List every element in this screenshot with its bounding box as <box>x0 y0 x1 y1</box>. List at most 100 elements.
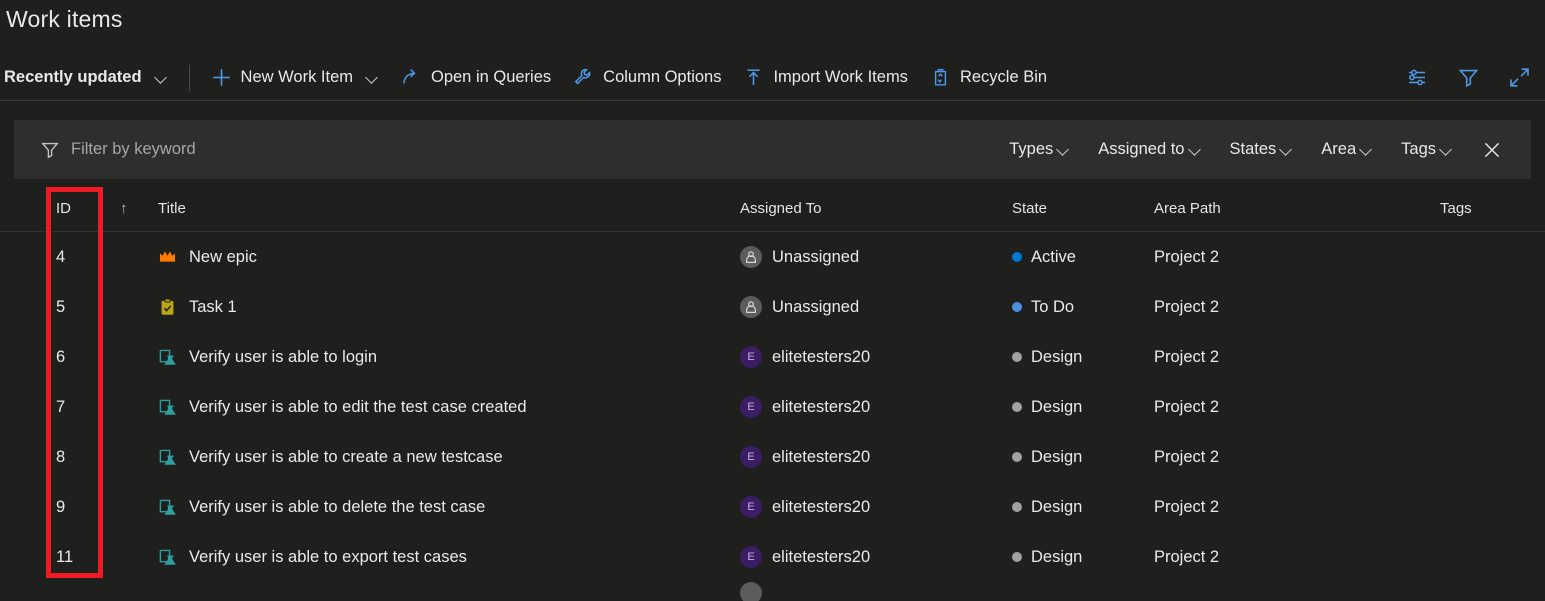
recycle-bin-label: Recycle Bin <box>959 68 1048 86</box>
status-badge <box>1012 552 1022 562</box>
close-icon[interactable] <box>1467 139 1519 161</box>
test-case-icon <box>158 498 177 517</box>
grid-rows: 4 New epic Unassigned Active Project 2 5 Task … <box>0 232 1545 601</box>
filter-pill-states-label: States <box>1229 140 1277 158</box>
cell-title[interactable]: Verify user is able to delete the test c… <box>158 498 740 517</box>
cell-state-text: Design <box>1031 447 1083 466</box>
cell-assigned-to-text: Unassigned <box>772 297 860 316</box>
filter-funnel-icon[interactable] <box>1457 66 1480 89</box>
avatar: E <box>740 496 762 518</box>
filter-pill-types-label: Types <box>1009 140 1054 158</box>
avatar: E <box>740 396 762 418</box>
search-placeholder: Filter by keyword <box>71 140 196 158</box>
cell-assigned-to-text: elitetesters20 <box>772 447 871 466</box>
cell-assigned-to <box>740 582 1012 601</box>
cell-area-path: Project 2 <box>1154 497 1220 516</box>
work-items-page: Work items Recently updated New Work Ite… <box>0 0 1545 601</box>
cell-state-text: Design <box>1031 347 1083 366</box>
chevron-down-icon <box>366 71 379 84</box>
chevron-down-icon <box>1189 143 1202 156</box>
cell-state: Design <box>1012 498 1154 517</box>
table-row[interactable]: 5 Task 1 Unassigned To Do Project 2 <box>0 282 1545 332</box>
recycle-bin-button[interactable]: Recycle Bin <box>919 55 1058 100</box>
table-row[interactable]: 6 Verify user is able to login Eeliteteste… <box>0 332 1545 382</box>
task-clipboard-icon <box>158 298 177 317</box>
search-input[interactable]: Filter by keyword <box>14 140 196 160</box>
column-header-area-path[interactable]: Area Path <box>1154 200 1436 217</box>
cell-assigned-to-text: elitetesters20 <box>772 397 871 416</box>
column-header-tags[interactable]: Tags <box>1436 200 1545 217</box>
filter-pill-types[interactable]: Types <box>995 140 1084 159</box>
column-options-label: Column Options <box>603 68 722 86</box>
toolbar-divider <box>188 64 190 91</box>
filter-pill-area[interactable]: Area <box>1307 140 1387 159</box>
cell-title[interactable]: Verify user is able to export test cases <box>158 548 740 567</box>
grid-header-row: ID ↑ Title Assigned To State Area Path T… <box>0 186 1545 232</box>
cell-area-path: Project 2 <box>1154 347 1220 366</box>
table-row[interactable]: 7 Verify user is able to edit the test ca… <box>0 382 1545 432</box>
table-row[interactable]: 8 Verify user is able to create a new tes… <box>0 432 1545 482</box>
import-work-items-label: Import Work Items <box>773 68 908 86</box>
test-case-icon <box>158 348 177 367</box>
expand-fullscreen-icon[interactable] <box>1508 66 1531 89</box>
cell-id: 4 <box>56 247 66 266</box>
view-selector-recently-updated[interactable]: Recently updated <box>0 55 179 100</box>
cell-assigned-to-text: elitetesters20 <box>772 547 871 566</box>
filter-pill-states[interactable]: States <box>1216 140 1308 159</box>
cell-assigned-to: Eelitetesters20 <box>740 546 1012 568</box>
cell-title[interactable]: New epic <box>158 248 740 267</box>
cell-assigned-to: Eelitetesters20 <box>740 396 1012 418</box>
test-case-icon <box>158 398 177 417</box>
cell-state: Design <box>1012 348 1154 367</box>
filter-funnel-icon <box>40 140 60 160</box>
table-row[interactable]: 4 New epic Unassigned Active Project 2 <box>0 232 1545 282</box>
test-case-icon <box>158 448 177 467</box>
view-selector-label: Recently updated <box>4 68 142 86</box>
table-row[interactable]: 11 Verify user is able to export test cas… <box>0 532 1545 582</box>
table-row[interactable]: 9 Verify user is able to delete the test … <box>0 482 1545 532</box>
wrench-icon <box>573 67 594 88</box>
table-row-partial[interactable] <box>0 582 1545 601</box>
cell-assigned-to: Unassigned <box>740 296 1012 318</box>
column-options-button[interactable]: Column Options <box>562 55 732 100</box>
avatar <box>740 296 762 318</box>
recycle-bin-icon <box>930 67 951 88</box>
filter-pill-tags[interactable]: Tags <box>1387 140 1467 159</box>
cell-title-text: Task 1 <box>189 297 237 316</box>
column-header-assigned-to[interactable]: Assigned To <box>740 200 1012 217</box>
cell-id: 6 <box>56 347 66 366</box>
cell-state: Design <box>1012 448 1154 467</box>
avatar: E <box>740 546 762 568</box>
cell-title-text: Verify user is able to edit the test cas… <box>189 397 527 416</box>
sort-ascending-icon[interactable]: ↑ <box>110 200 158 217</box>
chevron-down-icon <box>1280 143 1293 156</box>
chevron-down-icon <box>1057 143 1070 156</box>
import-work-items-button[interactable]: Import Work Items <box>732 55 918 100</box>
cell-title[interactable]: Verify user is able to login <box>158 348 740 367</box>
filter-pill-group: Types Assigned to States Area Tags <box>995 139 1531 161</box>
cell-title[interactable]: Verify user is able to edit the test cas… <box>158 398 740 417</box>
column-header-id[interactable]: ID <box>0 200 110 217</box>
plus-icon <box>211 67 232 88</box>
cell-title-text: Verify user is able to delete the test c… <box>189 497 486 516</box>
cell-area-path: Project 2 <box>1154 297 1220 316</box>
cell-area-path: Project 2 <box>1154 547 1220 566</box>
cell-state: Design <box>1012 548 1154 567</box>
filter-pill-assigned-to[interactable]: Assigned to <box>1084 140 1215 159</box>
column-header-title[interactable]: Title <box>158 200 740 217</box>
avatar <box>740 582 762 601</box>
cell-id: 9 <box>56 497 66 516</box>
open-in-queries-icon <box>401 67 422 88</box>
chevron-down-icon <box>1440 143 1453 156</box>
cell-title[interactable]: Task 1 <box>158 298 740 317</box>
cell-area-path: Project 2 <box>1154 447 1220 466</box>
column-header-state[interactable]: State <box>1012 200 1154 217</box>
cell-title-text: Verify user is able to create a new test… <box>189 447 503 466</box>
cell-assigned-to: Eelitetesters20 <box>740 346 1012 368</box>
work-items-grid: ID ↑ Title Assigned To State Area Path T… <box>0 186 1545 601</box>
cell-title[interactable]: Verify user is able to create a new test… <box>158 448 740 467</box>
new-work-item-button[interactable]: New Work Item <box>200 55 390 100</box>
settings-sliders-icon[interactable] <box>1406 66 1429 89</box>
open-in-queries-button[interactable]: Open in Queries <box>390 55 562 100</box>
cell-assigned-to-text: elitetesters20 <box>772 347 871 366</box>
